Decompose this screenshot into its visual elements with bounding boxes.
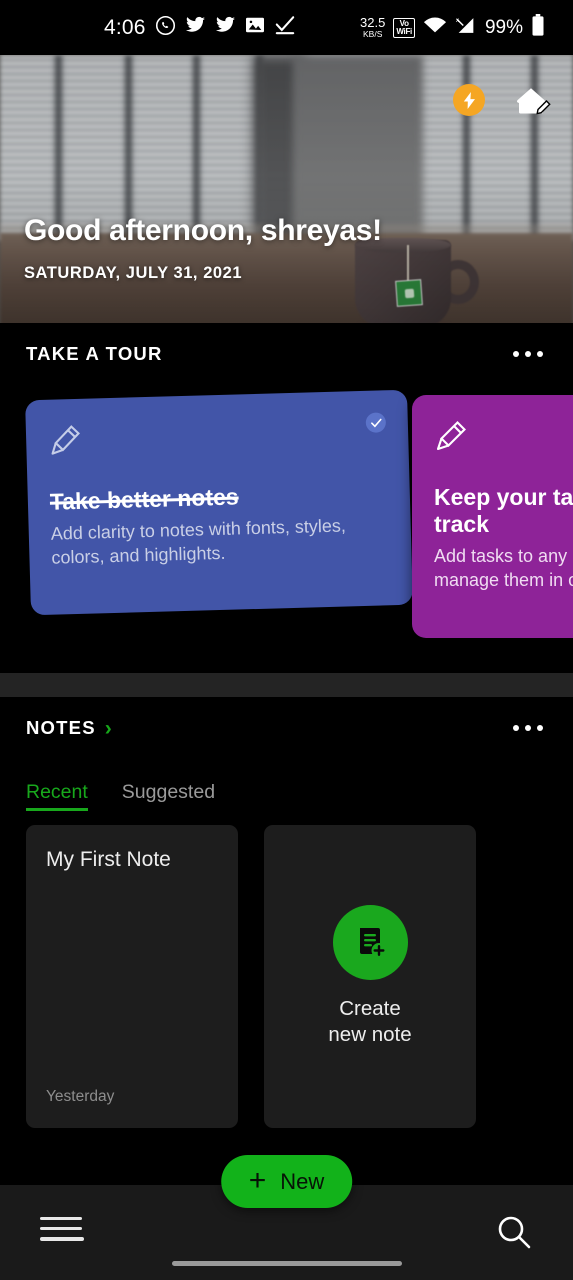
hero-banner: Good afternoon, shreyas! SATURDAY, JULY … xyxy=(0,55,573,323)
tab-recent[interactable]: Recent xyxy=(26,781,88,811)
notes-grid: My First Note Yesterday Create new note xyxy=(0,825,573,1128)
whatsapp-icon xyxy=(155,15,176,41)
home-edit-icon[interactable] xyxy=(513,83,553,117)
battery-percent: 99% xyxy=(484,16,523,38)
notes-tabs: Recent Suggested xyxy=(0,759,573,811)
new-note-icon xyxy=(332,904,408,980)
gesture-navigation-bar xyxy=(171,1261,402,1266)
wifi-icon xyxy=(423,16,447,39)
photos-icon xyxy=(245,16,265,39)
search-icon[interactable] xyxy=(495,1213,533,1256)
chevron-right-icon[interactable]: › xyxy=(105,718,113,739)
tour-card-body: Add clarity to notes with fonts, styles,… xyxy=(50,515,347,568)
create-label-line2: new note xyxy=(328,1023,412,1046)
svg-text:x: x xyxy=(456,16,460,23)
tour-overflow-menu-icon[interactable] xyxy=(509,341,548,368)
date-label: SATURDAY, JULY 31, 2021 xyxy=(24,264,243,282)
phone-screen: 4:06 32.5 KB/S Vo WiFi x 99% Good aftern… xyxy=(0,0,573,1280)
tour-card-title: Keep your tasks on track xyxy=(434,484,573,538)
checkmark-icon xyxy=(274,15,296,40)
tour-card-body: Add tasks to any note and manage them in… xyxy=(434,546,573,590)
status-bar: 4:06 32.5 KB/S Vo WiFi x 99% xyxy=(0,0,573,55)
greeting-title: Good afternoon, shreyas! xyxy=(24,214,382,247)
tour-card-keep-tasks-on-track[interactable]: Keep your tasks on track Add tasks to an… xyxy=(412,395,573,638)
network-speed-value: 32.5 xyxy=(360,15,386,31)
tab-suggested[interactable]: Suggested xyxy=(122,781,215,811)
hero-text: Good afternoon, shreyas! SATURDAY, JULY … xyxy=(24,214,382,283)
notes-title-label: NOTES xyxy=(26,717,96,738)
twitter-icon xyxy=(185,16,206,40)
tour-cards-carousel[interactable]: Take better notes Add clarity to notes w… xyxy=(0,385,573,638)
new-note-fab[interactable]: + New xyxy=(220,1155,353,1208)
plus-icon: + xyxy=(248,1163,267,1197)
status-bar-right: 32.5 KB/S Vo WiFi x 99% xyxy=(360,14,545,41)
tour-section-header: TAKE A TOUR xyxy=(0,323,573,385)
twitter-icon xyxy=(215,16,236,40)
create-new-note-card[interactable]: Create new note xyxy=(264,825,476,1128)
notes-section-title[interactable]: NOTES › xyxy=(26,717,113,739)
take-a-tour-section: TAKE A TOUR Take better notes Add clarit… xyxy=(0,323,573,673)
tour-card-title: Take better notes xyxy=(49,483,239,515)
battery-icon xyxy=(531,14,545,41)
pencil-icon xyxy=(434,419,573,458)
notes-section-header: NOTES › xyxy=(0,697,573,759)
status-bar-left: 4:06 xyxy=(104,15,296,41)
note-card[interactable]: My First Note Yesterday xyxy=(26,825,238,1128)
section-divider xyxy=(0,673,573,697)
create-new-note-label: Create new note xyxy=(328,996,411,1048)
create-label-line1: Create xyxy=(339,996,401,1020)
network-speed-unit: KB/S xyxy=(363,29,383,40)
note-date: Yesterday xyxy=(46,1088,115,1105)
new-note-fab-label: New xyxy=(280,1168,325,1194)
vowifi-icon: Vo WiFi xyxy=(393,17,415,38)
status-time: 4:06 xyxy=(104,15,146,39)
hamburger-menu-icon[interactable] xyxy=(40,1213,84,1241)
tour-card-take-better-notes[interactable]: Take better notes Add clarity to notes w… xyxy=(25,389,413,616)
pencil-icon xyxy=(48,414,387,462)
lightning-bolt-icon[interactable] xyxy=(453,84,485,116)
vowifi-line2: WiFi xyxy=(396,26,412,36)
cellular-signal-icon: x xyxy=(455,16,477,40)
tour-section-title: TAKE A TOUR xyxy=(26,343,163,364)
network-speed-indicator: 32.5 KB/S xyxy=(360,16,385,39)
hero-actions xyxy=(453,83,553,117)
note-title: My First Note xyxy=(46,848,171,871)
notes-section: NOTES › Recent Suggested My First Note Y… xyxy=(0,697,573,1185)
notes-overflow-menu-icon[interactable] xyxy=(509,715,548,742)
